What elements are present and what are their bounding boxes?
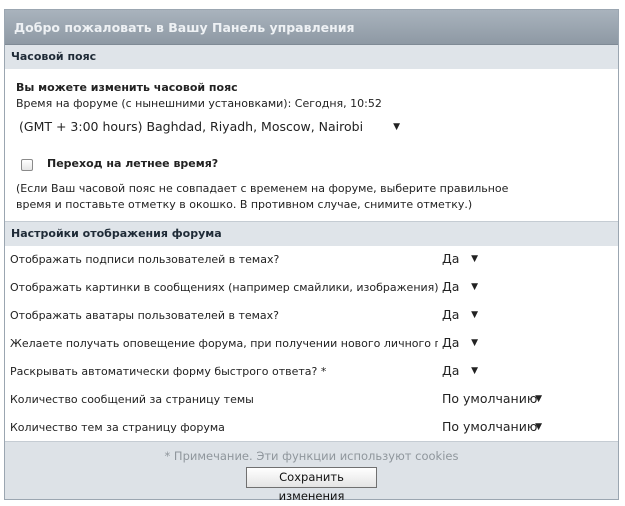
timezone-section-header: Часовой пояс [5, 45, 618, 69]
chevron-down-icon: ▼ [535, 394, 542, 404]
setting-row-signatures: Отображать подписи пользователей в темах… [5, 246, 618, 274]
setting-select-value: Да [442, 363, 460, 378]
chevron-down-icon: ▼ [471, 338, 478, 348]
setting-label: Количество тем за страницу форума [10, 421, 225, 434]
control-panel: Добро пожаловать в Вашу Панель управлени… [4, 9, 619, 503]
chevron-down-icon: ▼ [471, 282, 478, 292]
display-section-header: Настройки отображения форума [5, 222, 618, 246]
timezone-hint-line2: время и поставьте отметку в окошко. В пр… [16, 198, 473, 211]
setting-select-value: Да [442, 251, 460, 266]
setting-label: Желаете получать оповещение форума, при … [10, 337, 483, 350]
setting-label: Отображать картинки в сообщениях (наприм… [10, 281, 445, 294]
chevron-down-icon: ▼ [393, 122, 400, 132]
setting-select[interactable]: Да ▼ [438, 277, 484, 297]
panel-footer: * Примечание. Эти функции используют coo… [5, 441, 618, 503]
setting-label: Раскрывать автоматически форму быстрого … [10, 365, 327, 378]
timezone-hint-line1: (Если Ваш часовой пояс не совпадает с вр… [16, 182, 509, 195]
setting-label: Количество сообщений за страницу темы [10, 393, 254, 406]
timezone-select[interactable]: (GMT + 3:00 hours) Baghdad, Riyadh, Mosc… [15, 117, 406, 137]
panel-title: Добро пожаловать в Вашу Панель управлени… [5, 10, 618, 45]
setting-row-avatars: Отображать аватары пользователей в темах… [5, 302, 618, 330]
setting-label: Отображать подписи пользователей в темах… [10, 253, 280, 266]
setting-row-pm-notify: Желаете получать оповещение форума, при … [5, 330, 618, 358]
forum-time-label: Время на форуме (с нынешними установками… [16, 97, 382, 110]
setting-select[interactable]: Да ▼ [438, 249, 484, 269]
chevron-down-icon: ▼ [471, 366, 478, 376]
setting-row-posts-per-page: Количество сообщений за страницу темы По… [5, 386, 618, 414]
chevron-down-icon: ▼ [535, 422, 542, 432]
setting-label: Отображать аватары пользователей в темах… [10, 309, 280, 322]
setting-select-value: Да [442, 307, 460, 322]
setting-select-value: Да [442, 335, 460, 350]
setting-row-quick-reply: Раскрывать автоматически форму быстрого … [5, 358, 618, 386]
save-changes-button[interactable]: Сохранить изменения [246, 467, 377, 503]
setting-select-value: По умолчанию [442, 419, 538, 434]
dst-label: Переход на летнее время? [47, 157, 219, 170]
timezone-select-value: (GMT + 3:00 hours) Baghdad, Riyadh, Mosc… [19, 119, 364, 134]
setting-select[interactable]: По умолчанию ▼ [438, 389, 548, 409]
setting-row-topics-per-page: Количество тем за страницу форума По умо… [5, 414, 618, 442]
setting-select[interactable]: Да ▼ [438, 305, 484, 325]
setting-select[interactable]: Да ▼ [438, 333, 484, 353]
setting-select-value: По умолчанию [442, 391, 538, 406]
dst-checkbox[interactable] [21, 159, 33, 171]
chevron-down-icon: ▼ [471, 254, 478, 264]
setting-select[interactable]: Да ▼ [438, 361, 484, 381]
setting-select[interactable]: По умолчанию ▼ [438, 417, 548, 437]
setting-select-value: Да [442, 279, 460, 294]
setting-row-images: Отображать картинки в сообщениях (наприм… [5, 274, 618, 302]
cookies-note: * Примечание. Эти функции используют coo… [164, 449, 459, 463]
timezone-block: Вы можете изменить часовой пояс Время на… [5, 69, 618, 222]
timezone-change-title: Вы можете изменить часовой пояс [16, 81, 238, 94]
chevron-down-icon: ▼ [471, 310, 478, 320]
display-settings-list: Отображать подписи пользователей в темах… [5, 246, 618, 442]
